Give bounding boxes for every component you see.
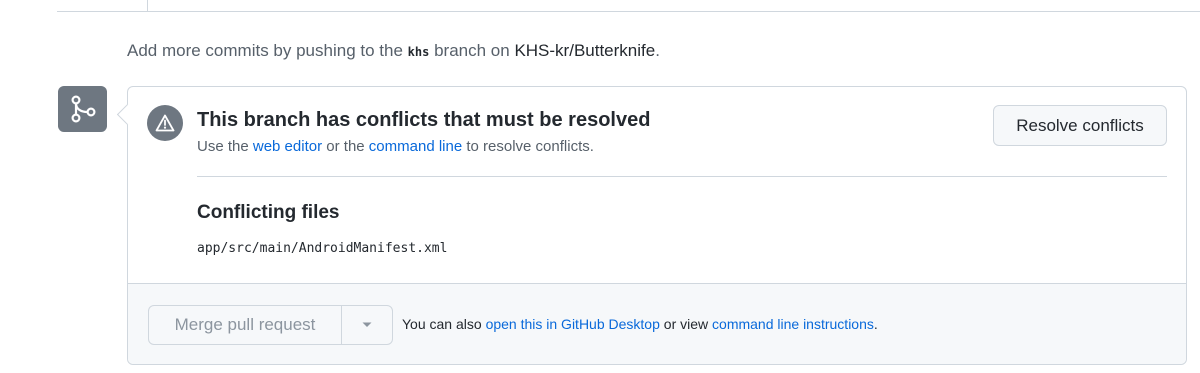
conflict-sub-suffix: to resolve conflicts. (466, 138, 594, 155)
conflict-subtitle: Use the web editor or the command line t… (197, 138, 594, 155)
github-desktop-link[interactable]: open this in GitHub Desktop (486, 316, 660, 332)
footer-text: You can also open this in GitHub Desktop… (402, 316, 878, 332)
alert-icon (147, 105, 183, 141)
footer-text-prefix: You can also (402, 316, 482, 332)
conflict-title: This branch has conflicts that must be r… (197, 109, 651, 131)
repo-name: KHS-kr/Butterknife (514, 41, 656, 60)
merge-button-group: Merge pull request (148, 305, 393, 345)
git-merge-icon (58, 86, 107, 132)
conflicting-file-path: app/src/main/AndroidManifest.xml (197, 241, 448, 256)
triangle-down-icon (362, 322, 372, 327)
conflict-sub-middle: or the (326, 138, 365, 155)
divider (197, 176, 1167, 177)
resolve-conflicts-button[interactable]: Resolve conflicts (993, 105, 1167, 146)
footer-text-middle: or view (663, 316, 709, 332)
command-line-link[interactable]: command line (369, 138, 462, 155)
hint-prefix: Add more commits by pushing to the (127, 41, 403, 60)
merge-footer: Merge pull request You can also open thi… (128, 283, 1186, 364)
command-line-instructions-link[interactable]: command line instructions (712, 316, 874, 332)
timeline-line (147, 0, 148, 12)
merge-box: This branch has conflicts that must be r… (127, 86, 1187, 365)
hint-suffix: . (655, 41, 660, 60)
web-editor-link[interactable]: web editor (253, 138, 322, 155)
hint-middle: branch on (434, 41, 510, 60)
conflicting-files-title: Conflicting files (197, 202, 340, 223)
push-hint: Add more commits by pushing to the khs b… (127, 41, 660, 61)
merge-method-dropdown[interactable] (342, 306, 392, 344)
branch-name: khs (407, 45, 430, 59)
conflict-sub-prefix: Use the (197, 138, 249, 155)
timeline-top-border (57, 0, 1200, 12)
merge-pull-request-button[interactable]: Merge pull request (149, 306, 342, 344)
footer-text-suffix: . (873, 316, 878, 332)
